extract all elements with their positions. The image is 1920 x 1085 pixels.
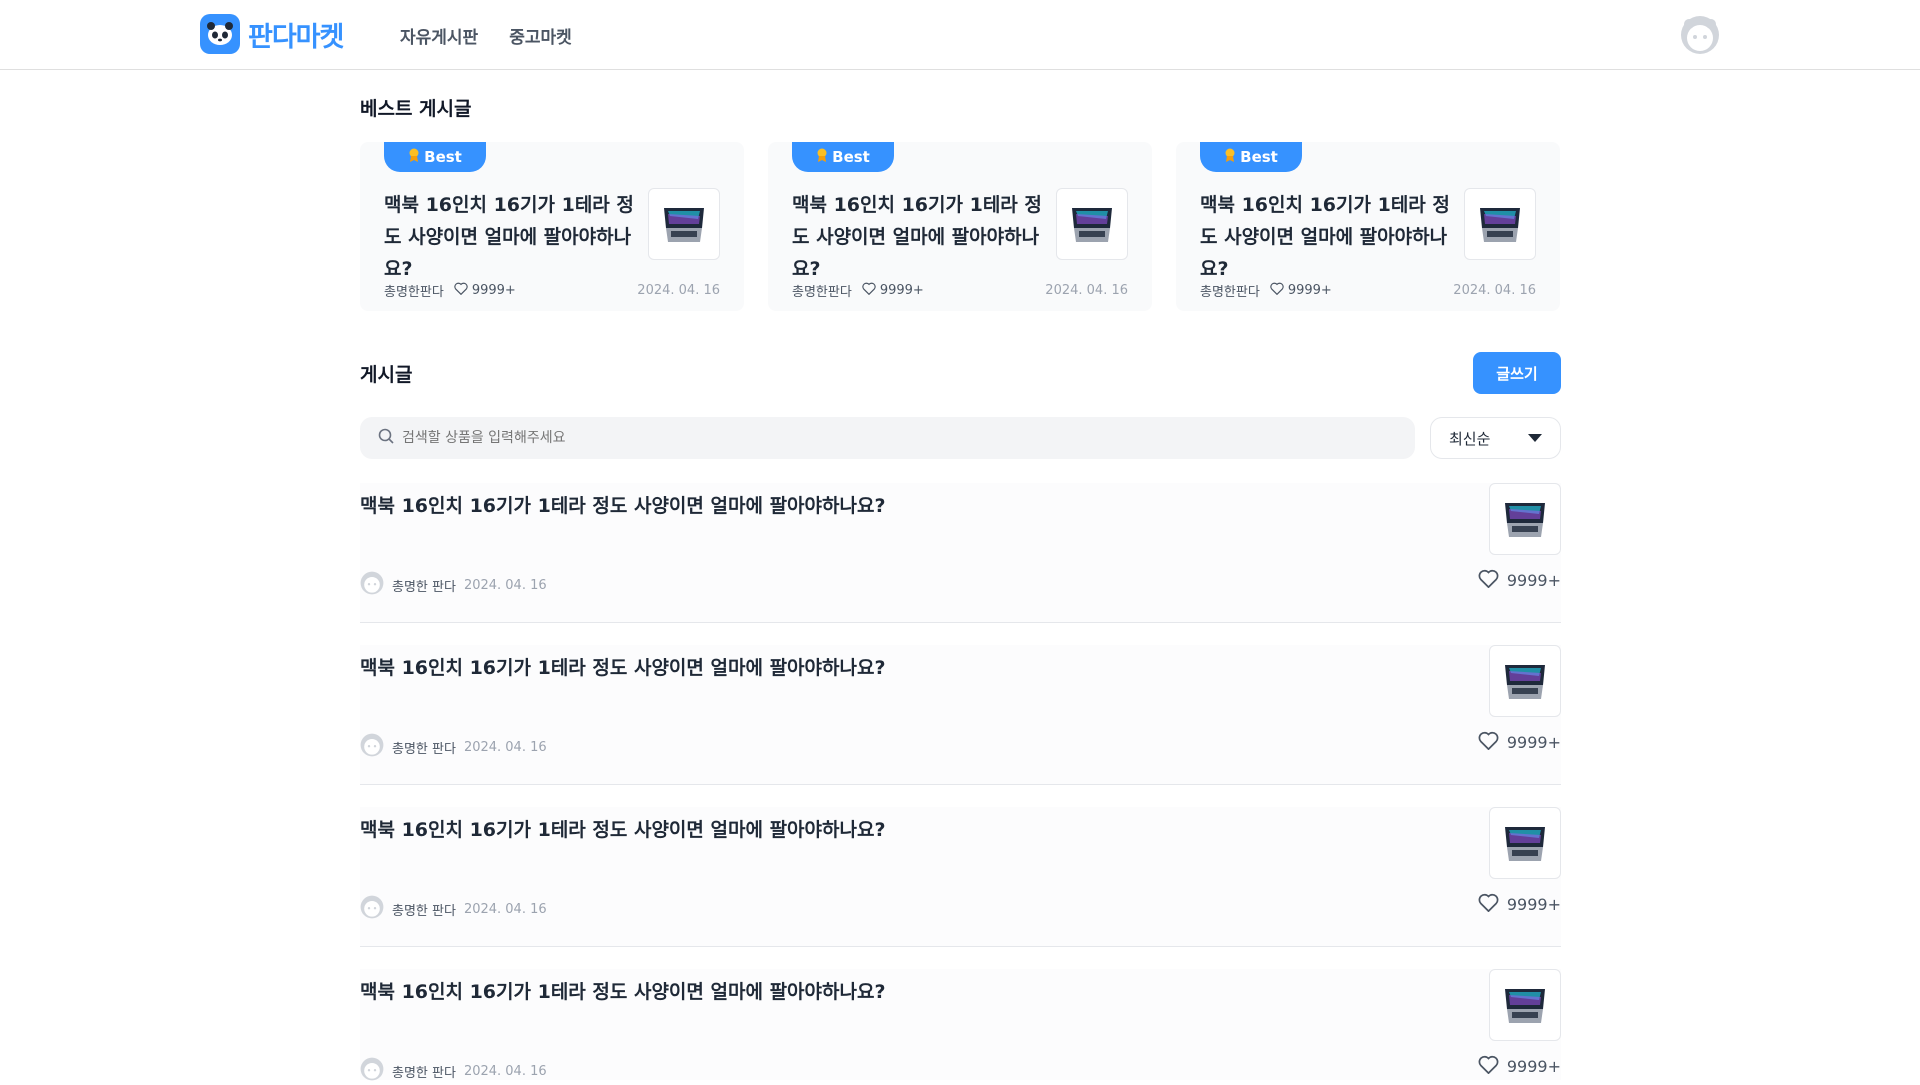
nav-used-market[interactable]: 중고마켓 xyxy=(509,23,572,48)
heart-icon xyxy=(1478,731,1499,754)
best-card-meta: 총명한판다 9999+ 2024. 04. 16 xyxy=(1200,281,1536,300)
post-meta: 총명한 판다 2024. 04. 16 xyxy=(360,571,547,599)
post-list-item[interactable]: 맥북 16인치 16기가 1테라 정도 사양이면 얼마에 팔아야하나요? 총명한… xyxy=(360,645,1561,785)
medal-icon xyxy=(816,148,828,166)
best-badge-label: Best xyxy=(832,148,870,166)
like-button[interactable]: 9999+ xyxy=(1478,893,1561,916)
laptop-thumbnail xyxy=(648,188,720,260)
post-date: 2024. 04. 16 xyxy=(1045,283,1128,298)
post-date: 2024. 04. 16 xyxy=(1453,283,1536,298)
like-count: 9999+ xyxy=(454,282,516,299)
like-button[interactable]: 9999+ xyxy=(1478,569,1561,592)
heart-icon xyxy=(1478,1055,1499,1078)
like-count: 9999+ xyxy=(862,282,924,299)
laptop-thumbnail xyxy=(1489,969,1561,1041)
best-card[interactable]: Best 맥북 16인치 16기가 1테라 정도 사양이면 얼마에 팔아야하나요… xyxy=(768,142,1152,311)
post-date: 2024. 04. 16 xyxy=(463,577,547,593)
laptop-thumbnail xyxy=(1489,483,1561,555)
post-date: 2024. 04. 16 xyxy=(463,901,547,917)
heart-icon xyxy=(454,282,468,299)
post-meta: 총명한 판다 2024. 04. 16 xyxy=(360,895,547,923)
avatar-icon xyxy=(360,571,384,599)
laptop-thumbnail xyxy=(1489,807,1561,879)
best-badge: Best xyxy=(384,142,486,172)
nav-free-board[interactable]: 자유게시판 xyxy=(400,23,478,48)
search-bar[interactable] xyxy=(360,417,1415,459)
write-post-button[interactable]: 글쓰기 xyxy=(1473,352,1561,394)
avatar-icon xyxy=(360,1057,384,1085)
search-input[interactable] xyxy=(402,430,1302,446)
best-card-meta: 총명한판다 9999+ 2024. 04. 16 xyxy=(384,281,720,300)
main-nav: 자유게시판 중고마켓 xyxy=(400,23,572,48)
heart-icon xyxy=(1478,569,1499,592)
author-name: 총명한판다 xyxy=(384,285,444,300)
post-meta: 총명한 판다 2024. 04. 16 xyxy=(360,1057,547,1085)
post-title: 맥북 16인치 16기가 1테라 정도 사양이면 얼마에 팔아야하나요? xyxy=(360,819,886,841)
heart-icon xyxy=(1270,282,1284,299)
like-button[interactable]: 9999+ xyxy=(1478,1055,1561,1078)
author-name: 총명한 판다 xyxy=(392,1065,456,1081)
laptop-thumbnail xyxy=(1489,645,1561,717)
post-meta: 총명한 판다 2024. 04. 16 xyxy=(360,733,547,761)
heart-icon xyxy=(862,282,876,299)
like-count-value: 9999+ xyxy=(1506,733,1561,752)
like-count-value: 9999+ xyxy=(1506,571,1561,590)
author-name: 총명한 판다 xyxy=(392,579,456,595)
author-name: 총명한 판다 xyxy=(392,903,456,919)
author-name: 총명한판다 xyxy=(792,285,852,300)
best-section-title: 베스트 게시글 xyxy=(360,98,472,120)
best-badge-label: Best xyxy=(1240,148,1278,166)
caret-down-icon xyxy=(1528,434,1542,442)
post-list-item[interactable]: 맥북 16인치 16기가 1테라 정도 사양이면 얼마에 팔아야하나요? 총명한… xyxy=(360,969,1561,1081)
best-card[interactable]: Best 맥북 16인치 16기가 1테라 정도 사양이면 얼마에 팔아야하나요… xyxy=(360,142,744,311)
like-count: 9999+ xyxy=(1270,282,1332,299)
avatar-icon xyxy=(360,895,384,923)
like-count-value: 9999+ xyxy=(879,283,924,298)
best-card-title: 맥북 16인치 16기가 1테라 정도 사양이면 얼마에 팔아야하나요? xyxy=(792,194,1042,280)
author-name: 총명한판다 xyxy=(1200,285,1260,300)
like-button[interactable]: 9999+ xyxy=(1478,731,1561,754)
best-badge: Best xyxy=(1200,142,1302,172)
post-title: 맥북 16인치 16기가 1테라 정도 사양이면 얼마에 팔아야하나요? xyxy=(360,657,886,679)
heart-icon xyxy=(1478,893,1499,916)
like-count-value: 9999+ xyxy=(1506,895,1561,914)
logo[interactable]: 판다마켓 xyxy=(200,14,344,54)
sort-selected-label: 최신순 xyxy=(1449,429,1491,448)
post-date: 2024. 04. 16 xyxy=(463,1063,547,1079)
post-date: 2024. 04. 16 xyxy=(463,739,547,755)
medal-icon xyxy=(1224,148,1236,166)
post-title: 맥북 16인치 16기가 1테라 정도 사양이면 얼마에 팔아야하나요? xyxy=(360,981,886,1003)
like-count-value: 9999+ xyxy=(1506,1057,1561,1076)
author-name: 총명한 판다 xyxy=(392,741,456,757)
best-badge-label: Best xyxy=(424,148,462,166)
posts-section-title: 게시글 xyxy=(360,364,413,386)
best-card[interactable]: Best 맥북 16인치 16기가 1테라 정도 사양이면 얼마에 팔아야하나요… xyxy=(1176,142,1560,311)
laptop-thumbnail xyxy=(1464,188,1536,260)
best-card-title: 맥북 16인치 16기가 1테라 정도 사양이면 얼마에 팔아야하나요? xyxy=(1200,194,1450,280)
avatar-icon xyxy=(360,733,384,761)
post-list-item[interactable]: 맥북 16인치 16기가 1테라 정도 사양이면 얼마에 팔아야하나요? 총명한… xyxy=(360,807,1561,947)
sort-dropdown[interactable]: 최신순 xyxy=(1430,417,1561,459)
post-title: 맥북 16인치 16기가 1테라 정도 사양이면 얼마에 팔아야하나요? xyxy=(360,495,886,517)
logo-text: 판다마켓 xyxy=(248,21,344,53)
like-count-value: 9999+ xyxy=(471,283,516,298)
avatar-icon[interactable] xyxy=(1680,15,1720,55)
like-count-value: 9999+ xyxy=(1287,283,1332,298)
best-badge: Best xyxy=(792,142,894,172)
post-date: 2024. 04. 16 xyxy=(637,283,720,298)
best-card-title: 맥북 16인치 16기가 1테라 정도 사양이면 얼마에 팔아야하나요? xyxy=(384,194,634,280)
best-card-meta: 총명한판다 9999+ 2024. 04. 16 xyxy=(792,281,1128,300)
top-header: 판다마켓 자유게시판 중고마켓 xyxy=(0,0,1920,70)
medal-icon xyxy=(408,148,420,166)
laptop-thumbnail xyxy=(1056,188,1128,260)
panda-logo-icon xyxy=(200,14,240,54)
search-icon xyxy=(378,428,394,448)
post-list-item[interactable]: 맥북 16인치 16기가 1테라 정도 사양이면 얼마에 팔아야하나요? 총명한… xyxy=(360,483,1561,623)
